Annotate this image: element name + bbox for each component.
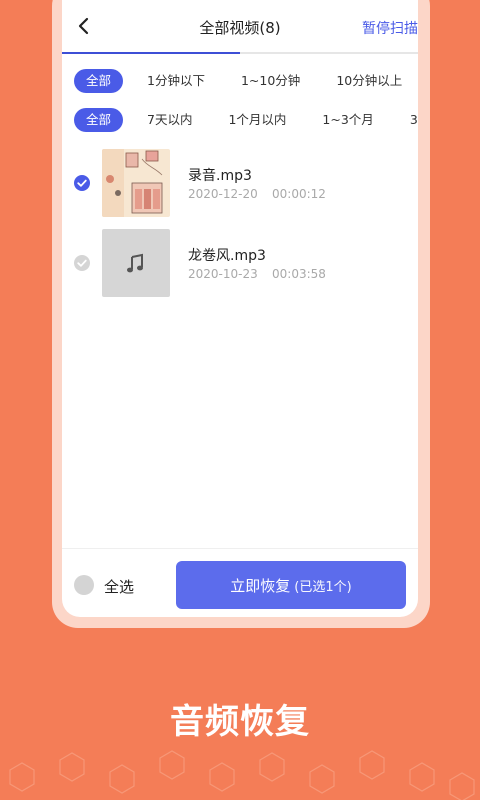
top-bar: 全部视频(8) 暂停扫描 xyxy=(62,0,418,54)
file-duration: 00:03:58 xyxy=(272,267,326,281)
file-date: 2020-12-20 xyxy=(188,187,258,201)
checkmark-icon xyxy=(77,179,87,187)
file-date: 2020-10-23 xyxy=(188,267,258,281)
duration-filter-row: 全部 1分钟以下 1~10分钟 10分钟以上 xyxy=(74,68,418,94)
date-filter-row: 全部 7天以内 1个月以内 1~3个月 3个月以前 xyxy=(74,107,418,133)
app-screen: 全部视频(8) 暂停扫描 全部 1分钟以下 1~10分钟 10分钟以上 全部 7… xyxy=(62,0,418,617)
checkbox-unchecked[interactable] xyxy=(74,255,90,271)
scan-progress-bar xyxy=(62,52,418,54)
filter-duration-1-10min[interactable]: 1~10分钟 xyxy=(229,69,312,93)
filter-date-over-3months[interactable]: 3个月以前 xyxy=(398,108,418,132)
file-item[interactable]: 龙卷风.mp3 2020-10-23 00:03:58 xyxy=(62,229,418,297)
audio-thumbnail xyxy=(102,229,170,297)
file-item[interactable]: 录音.mp3 2020-12-20 00:00:12 xyxy=(62,149,418,217)
file-name: 录音.mp3 xyxy=(188,168,252,184)
illustration-image xyxy=(102,149,170,217)
select-all-radio[interactable] xyxy=(74,575,94,595)
checkbox-checked[interactable] xyxy=(74,175,90,191)
file-name: 龙卷风.mp3 xyxy=(188,248,266,264)
filter-date-1month[interactable]: 1个月以内 xyxy=(216,108,298,132)
pause-scan-button[interactable]: 暂停扫描 xyxy=(362,18,418,38)
restore-button-label: 立即恢复 xyxy=(230,576,291,595)
promo-caption: 音频恢复 xyxy=(170,702,310,742)
restore-button[interactable]: 立即恢复 (已选1个) xyxy=(176,561,406,609)
checkmark-icon xyxy=(77,259,87,267)
scan-progress-fill xyxy=(62,52,240,54)
music-note-icon xyxy=(127,253,143,273)
file-duration: 00:00:12 xyxy=(272,187,326,201)
bottom-action-bar: 全选 立即恢复 (已选1个) xyxy=(62,548,418,617)
hexagon-pattern-decoration xyxy=(9,750,475,800)
select-all-label[interactable]: 全选 xyxy=(104,576,134,597)
selected-count-label: (已选1个) xyxy=(294,579,352,595)
filter-date-all[interactable]: 全部 xyxy=(74,108,124,132)
filter-date-1-3months[interactable]: 1~3个月 xyxy=(310,108,385,132)
filter-duration-over-10min[interactable]: 10分钟以上 xyxy=(324,69,414,93)
filter-date-7days[interactable]: 7天以内 xyxy=(135,108,204,132)
filter-duration-under-1min[interactable]: 1分钟以下 xyxy=(135,69,217,93)
filter-duration-all[interactable]: 全部 xyxy=(74,69,124,93)
audio-thumbnail xyxy=(102,149,170,217)
